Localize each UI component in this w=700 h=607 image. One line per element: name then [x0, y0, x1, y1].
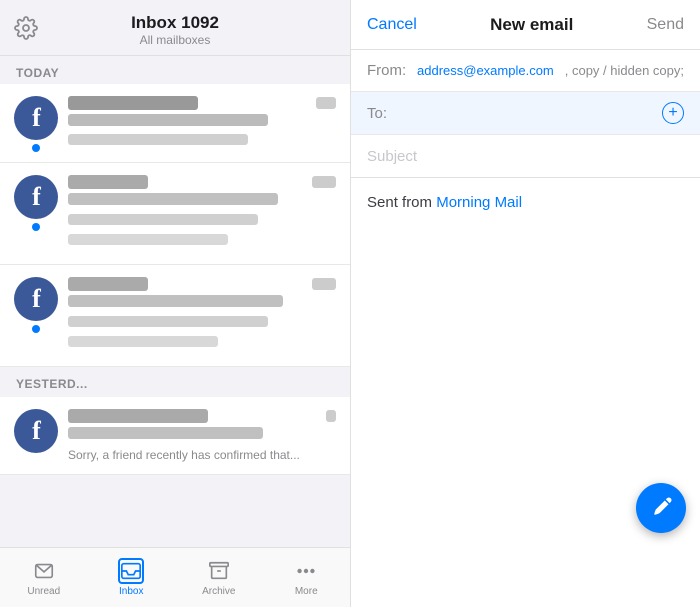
- email-subject: [68, 114, 268, 126]
- left-header: Inbox 1092 All mailboxes: [0, 0, 350, 56]
- tab-unread[interactable]: Unread: [0, 552, 88, 603]
- unread-dot: [32, 144, 40, 152]
- email-item[interactable]: f: [0, 84, 350, 163]
- email-sender: [68, 175, 148, 189]
- from-field-row: From: address@example.com , copy / hidde…: [351, 50, 700, 92]
- unread-icon: [31, 558, 57, 584]
- email-subject: [68, 193, 278, 205]
- from-links: , copy / hidden copy;: [565, 63, 684, 78]
- inbox-subtitle: All mailboxes: [131, 33, 219, 47]
- send-button[interactable]: Send: [647, 16, 684, 34]
- email-time: [312, 278, 336, 290]
- email-preview: Sorry, a friend recently has confirmed t…: [68, 448, 336, 462]
- email-time: [316, 97, 336, 109]
- fab-compose-button[interactable]: [636, 483, 686, 533]
- email-content: [68, 277, 336, 354]
- compose-fields: From: address@example.com , copy / hidde…: [351, 50, 700, 178]
- avatar: f: [14, 409, 58, 453]
- tab-more[interactable]: More: [263, 552, 351, 603]
- add-recipient-button[interactable]: +: [662, 102, 684, 124]
- email-sender: [68, 409, 208, 423]
- email-sender: [68, 96, 198, 110]
- email-subject: [68, 427, 263, 439]
- email-preview-2: [68, 336, 218, 347]
- email-subject: [68, 295, 283, 307]
- tab-inbox-label: Inbox: [119, 586, 143, 597]
- from-value: address@example.com: [417, 63, 565, 78]
- email-item[interactable]: f: [0, 265, 350, 367]
- email-content: [68, 175, 336, 252]
- email-preview-2: [68, 234, 228, 245]
- avatar: f: [14, 175, 58, 219]
- left-panel: Inbox 1092 All mailboxes TODAY f: [0, 0, 350, 607]
- email-time: [326, 410, 336, 422]
- tab-inbox[interactable]: Inbox: [88, 552, 176, 603]
- email-preview: [68, 214, 258, 225]
- avatar: f: [14, 277, 58, 321]
- inbox-icon: [118, 558, 144, 584]
- compose-body[interactable]: Sent from Morning Mail: [351, 178, 700, 607]
- to-label: To:: [367, 105, 417, 122]
- morning-mail-link[interactable]: Morning Mail: [436, 194, 522, 211]
- unread-dot: [32, 223, 40, 231]
- from-label: From:: [367, 62, 417, 79]
- email-preview: [68, 316, 268, 327]
- subject-input[interactable]: Subject: [367, 148, 684, 165]
- inbox-count: Inbox 1092: [131, 13, 219, 33]
- cancel-button[interactable]: Cancel: [367, 16, 417, 34]
- yesterday-label: YESTERD...: [16, 377, 88, 391]
- email-sender: [68, 277, 148, 291]
- archive-icon: [206, 558, 232, 584]
- email-content: [68, 96, 336, 150]
- subject-field-row[interactable]: Subject: [351, 135, 700, 177]
- more-icon: [293, 558, 319, 584]
- tab-archive[interactable]: Archive: [175, 552, 263, 603]
- email-content: Sorry, a friend recently has confirmed t…: [68, 409, 336, 462]
- today-section-label: TODAY: [0, 56, 350, 84]
- right-panel: Cancel New email Send From: address@exam…: [350, 0, 700, 607]
- tab-unread-label: Unread: [27, 586, 60, 597]
- email-item[interactable]: f Sorry, a friend recently has confirmed…: [0, 397, 350, 475]
- to-field-row[interactable]: To: +: [351, 92, 700, 135]
- compose-title: New email: [490, 15, 573, 35]
- email-list: TODAY f f: [0, 56, 350, 607]
- tab-more-label: More: [295, 586, 318, 597]
- email-time: [312, 176, 336, 188]
- gear-icon[interactable]: [14, 16, 38, 40]
- avatar: f: [14, 96, 58, 140]
- tab-archive-label: Archive: [202, 586, 235, 597]
- email-preview: [68, 134, 248, 145]
- inbox-title: Inbox 1092 All mailboxes: [131, 13, 219, 47]
- yesterday-section: YESTERD...: [0, 367, 350, 397]
- sent-from-text: Sent from Morning Mail: [367, 194, 522, 211]
- compose-header: Cancel New email Send: [351, 0, 700, 50]
- unread-dot: [32, 325, 40, 333]
- email-item[interactable]: f: [0, 163, 350, 265]
- tab-bar: Unread Inbox Archive: [0, 547, 350, 607]
